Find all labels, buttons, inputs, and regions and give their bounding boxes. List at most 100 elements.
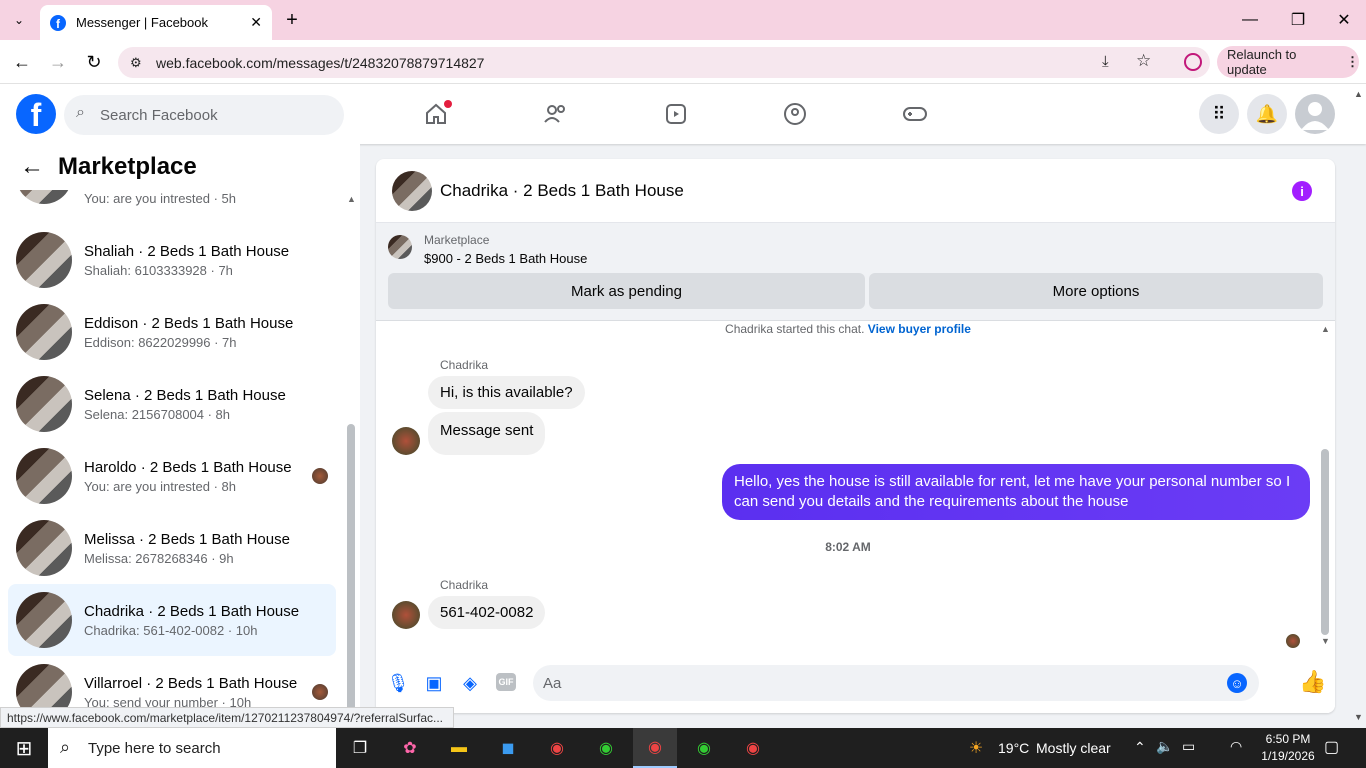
list-item[interactable]: Melissa · 2 Beds 1 Bath House Melissa: 26… [8,512,336,584]
seen-avatar [312,684,328,700]
chat-title[interactable]: Chadrika · 2 Beds 1 Bath House [440,181,684,201]
browser-tab[interactable]: f Messenger | Facebook ✕ [40,5,272,40]
profile-icon[interactable] [1184,53,1202,71]
incoming-message[interactable]: 561-402-0082 [428,596,546,629]
task-view-icon[interactable]: ❐ [338,728,382,768]
volume-icon[interactable]: 🔈 [1156,738,1173,755]
microphone-icon[interactable]: 🎙 [387,671,410,695]
back-arrow-icon[interactable]: ← [20,153,44,181]
sender-avatar[interactable] [392,601,420,629]
back-icon[interactable]: ← [10,50,34,74]
account-avatar[interactable] [1295,94,1335,134]
site-info-icon[interactable]: ⚙ [130,55,142,71]
restore-icon[interactable]: ❐ [1284,8,1312,32]
link-status-url: https://www.facebook.com/marketplace/ite… [0,707,454,728]
file-explorer-icon[interactable]: ▬ [437,728,481,768]
message-input[interactable]: Aa ☺ [533,665,1259,701]
page-scrollbar-arrow[interactable]: ▼ [1354,712,1363,722]
sender-avatar[interactable] [392,427,420,455]
conversation-preview: Chadrika: 561-402-0082 · 10h [84,622,258,638]
facebook-logo-icon[interactable]: f [16,94,56,134]
view-buyer-profile-link[interactable]: View buyer profile [868,322,971,336]
new-tab-icon[interactable]: + [282,8,302,32]
sender-name: Chadrika [440,578,489,592]
close-tab-icon[interactable]: ✕ [250,14,262,31]
gaming-icon[interactable] [895,94,935,134]
copilot-icon[interactable]: ✿ [388,728,432,768]
mark-pending-button[interactable]: Mark as pending [388,273,865,309]
taskbar-search-input[interactable]: ⌕ Type here to search [48,728,336,768]
conversation-preview: Shaliah: 6103333928 · 7h [84,262,233,278]
taskbar-search-placeholder: Type here to search [88,739,221,757]
avatar[interactable] [392,170,432,211]
weather-text[interactable]: Mostly clear [1036,740,1111,756]
scroll-up-icon[interactable]: ▲ [1321,324,1330,334]
scrollbar[interactable] [1321,449,1329,635]
emoji-icon[interactable]: ☺ [1227,673,1247,693]
list-item-selected[interactable]: Chadrika · 2 Beds 1 Bath House Chadrika: … [8,584,336,656]
minimize-icon[interactable]: — [1236,8,1264,32]
conversation-name: Shaliah · 2 Beds 1 Bath House [84,242,290,260]
windows-start-icon[interactable]: ⊞ [0,728,48,768]
conversation-name: Eddison · 2 Beds 1 Bath House [84,314,294,332]
temperature[interactable]: 19°C [998,740,1029,756]
kebab-menu-icon[interactable]: ⋮ [1346,54,1359,70]
browser-tab-strip: ⌄ f Messenger | Facebook ✕ + — ❐ ✕ [0,0,1366,40]
relaunch-button[interactable]: Relaunch to update ⋮ [1217,46,1359,78]
scrollbar[interactable] [347,424,355,724]
chrome-icon[interactable]: ◉ [731,728,775,768]
reload-icon[interactable]: ↻ [82,50,106,74]
incoming-message[interactable]: Message sent [428,412,546,455]
info-icon[interactable]: i [1292,181,1312,201]
list-item[interactable]: Shaliah · 2 Beds 1 Bath House Shaliah: 61… [8,224,336,296]
photo-icon[interactable]: ▣ [424,671,444,695]
more-options-button[interactable]: More options [869,273,1323,309]
scroll-down-icon[interactable]: ▼ [1321,636,1330,646]
search-icon: ⌕ [76,104,85,121]
search-input[interactable]: ⌕ Search Facebook [64,95,344,135]
listing-title[interactable]: $900 - 2 Beds 1 Bath House [424,251,587,266]
install-app-icon[interactable]: ⤓ [1102,53,1109,70]
close-window-icon[interactable]: ✕ [1330,8,1358,32]
chrome-active-icon[interactable]: ◉ [633,728,677,768]
tray-chevron-icon[interactable]: ⌃ [1134,739,1146,756]
conversation-name: Melissa · 2 Beds 1 Bath House [84,530,290,548]
sticker-icon[interactable]: ◈ [460,671,480,695]
bookmark-star-icon[interactable]: ☆ [1136,51,1151,71]
url-field[interactable]: ⚙ web.facebook.com/messages/t/2483207887… [118,47,1210,78]
chat-panel: Chadrika · 2 Beds 1 Bath House i Marketp… [376,159,1335,713]
chrome-icon[interactable]: ◉ [682,728,726,768]
outgoing-message[interactable]: Hello, yes the house is still available … [722,464,1310,520]
page-scrollbar-arrow[interactable]: ▲ [1354,89,1363,99]
conversation-preview: Melissa: 2678268346 · 9h [84,550,234,566]
browser-icon[interactable]: ◉ [584,728,628,768]
chrome-profile-icon[interactable]: ◉ [535,728,579,768]
clock-time[interactable]: 6:50 PM [1262,732,1314,746]
clock-date[interactable]: 1/19/2026 [1256,749,1320,763]
notifications-bell-icon[interactable]: 🔔 [1247,94,1287,134]
conversation-preview: Selena: 2156708004 · 8h [84,406,231,422]
conversation-name: Selena · 2 Beds 1 Bath House [84,386,286,404]
relaunch-label: Relaunch to update [1227,47,1297,77]
groups-icon[interactable] [775,94,815,134]
list-item[interactable]: Haroldo · 2 Beds 1 Bath House You: are yo… [8,440,336,512]
forward-icon[interactable]: → [46,50,70,74]
gif-icon[interactable]: GIF [496,673,516,691]
like-thumb-icon[interactable]: 👍 [1299,669,1326,695]
battery-icon[interactable]: ▭ [1182,738,1195,755]
incoming-message[interactable]: Hi, is this available? [428,376,585,409]
store-icon[interactable]: ◼ [486,728,530,768]
wifi-icon[interactable]: ◠ [1230,738,1242,755]
friends-icon[interactable] [536,94,576,134]
home-icon[interactable] [416,94,456,134]
notification-center-icon[interactable]: ▢ [1324,737,1339,757]
panel-header: ← Marketplace [0,144,360,190]
reels-icon[interactable] [656,94,696,134]
menu-grid-icon[interactable]: ⠿ [1199,94,1239,134]
list-item[interactable]: Eddison · 2 Beds 1 Bath House Eddison: 86… [8,296,336,368]
scroll-up-icon[interactable]: ▲ [347,194,356,204]
conversation-list-panel: ← Marketplace You: are you intrested · 5… [0,144,360,728]
list-item[interactable]: Selena · 2 Beds 1 Bath House Selena: 2156… [8,368,336,440]
tab-search-button[interactable]: ⌄ [6,8,32,32]
weather-icon[interactable]: ☀ [964,736,988,760]
